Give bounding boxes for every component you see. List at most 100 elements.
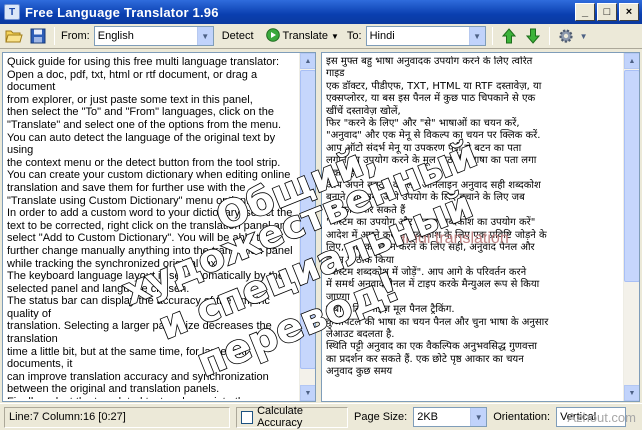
orientation-label: Orientation:: [493, 411, 551, 423]
source-text-line: from explorer, or just paste some text i…: [7, 93, 253, 106]
source-text-area[interactable]: Quick guide for using this free multi la…: [7, 56, 297, 399]
close-button[interactable]: ×: [619, 3, 639, 21]
translation-text-line: एक्सप्लोरर, या बस इस पैनल में कुछ पाठ चि…: [326, 93, 536, 105]
source-text-line: while tracking the synchronized original…: [7, 257, 223, 270]
chevron-down-icon[interactable]: ▼: [331, 32, 339, 41]
translation-text-line: में समर्थ अनुवाद पैनल में टाइप करके मैन्…: [326, 279, 540, 291]
translation-text-line: जबकि सिंक्रनाइज़ मूल पैनल ट्रैकिंग.: [326, 304, 455, 316]
maximize-button[interactable]: □: [597, 3, 617, 21]
chevron-down-icon[interactable]: ▼: [468, 27, 485, 45]
translation-text-line: स्थिति पट्टी अनुवाद का एक वैकल्पिक अनुभव…: [326, 341, 538, 353]
watermark: Azhout.com: [567, 410, 636, 425]
translation-text-line: आप अपने कस्टम के लिए ऑनलाइन अनुवाद सही श…: [326, 180, 541, 192]
source-text-line: between the original and translation pan…: [7, 383, 220, 396]
source-text-line: Finally, select the translated text and …: [7, 396, 297, 399]
toolbar-separator: [491, 27, 493, 45]
translation-text-line: शब्दकोश कर सकते हैं: [326, 204, 406, 216]
source-text-line: selected panel and language chosen.: [7, 282, 190, 295]
chevron-down-icon[interactable]: ▼: [196, 27, 213, 45]
calculate-accuracy-label: Calculate Accuracy: [257, 405, 303, 429]
translation-text-line: का प्रदर्शन कर सकते हैं. एक छोटे पृष्ठ आ…: [326, 353, 524, 365]
calculate-accuracy-checkbox[interactable]: Calculate Accuracy: [236, 405, 348, 429]
folder-open-icon[interactable]: [4, 26, 24, 46]
source-scrollbar[interactable]: ▲ ▼: [299, 53, 315, 401]
to-language-select[interactable]: Hindi ▼: [365, 26, 486, 46]
page-size-value: 2KB: [417, 411, 438, 423]
translation-text-line: फिर "करने के लिए" और "से" भाषाओं का चयन …: [326, 118, 520, 130]
detect-button[interactable]: Detect: [218, 26, 258, 46]
chevron-down-icon[interactable]: ▼: [470, 408, 487, 426]
checkbox-icon[interactable]: [241, 410, 254, 424]
translation-text-line: चयन में ठीक किया: [326, 254, 394, 266]
translation-text-line: आप ऑटो संदर्भ मेनू या उपकरण पट्टी से बटन…: [326, 142, 522, 154]
translation-text-line: लेआउट बदलता है.: [326, 328, 395, 340]
detect-label: Detect: [221, 30, 254, 42]
source-text-line: select "Add to Custom Dictionary". You w…: [7, 232, 266, 245]
title-bar[interactable]: T Free Language Translator 1.96 _ □ ×: [0, 0, 642, 24]
cursor-position-text: Line:7 Column:16 [0:27]: [9, 411, 126, 423]
translation-text-panel[interactable]: इस मुफ्त बहु भाषा अनुवादक उपयोग करने के …: [321, 52, 640, 402]
to-language-value: Hindi: [369, 30, 395, 42]
source-text-line: Open a doc, pdf, txt, html or rtf docume…: [7, 68, 258, 94]
scroll-thumb[interactable]: [300, 70, 315, 369]
source-text-line: The keyboard language layout is set auto…: [7, 270, 284, 283]
green-down-arrow-icon[interactable]: [523, 26, 543, 46]
source-text-line: translation. Selecting a larger page siz…: [7, 320, 272, 346]
scroll-down-icon[interactable]: ▼: [300, 385, 315, 401]
cursor-position-status: Line:7 Column:16 [0:27]: [4, 406, 230, 428]
translate-label: Translate: [282, 30, 328, 42]
source-text-panel[interactable]: Quick guide for using this free multi la…: [2, 52, 316, 402]
to-label: To:: [346, 30, 362, 42]
page-size-label: Page Size:: [354, 411, 408, 423]
translation-text-line: लगाने का उपयोग करने के मूल पाठ की भाषा क…: [326, 155, 537, 167]
translation-text-line: "कस्टम का उपयोग और कस्टम शब्दकोश का उपयो…: [326, 217, 536, 229]
source-text-line: You can auto detect the language of the …: [7, 131, 276, 157]
translation-text-line: कुंजीपटल की भाषा का चयन पैनल और चुना भाष…: [326, 316, 549, 328]
translation-text-line: एक डॉक्टर, पीडीएफ, TXT, HTML या RTF दस्त…: [326, 80, 542, 92]
window-title: Free Language Translator 1.96: [25, 4, 219, 20]
scroll-up-icon[interactable]: ▲: [300, 53, 315, 69]
translation-text-line: बनाने और उन्हें आगे उपयोग के लिए बचाने क…: [326, 192, 525, 204]
chevron-down-icon[interactable]: ▼: [580, 32, 588, 41]
translation-text-line: इस मुफ्त बहु भाषा अनुवादक उपयोग करने के …: [326, 56, 533, 67]
translation-text-line: गाइड: [326, 68, 345, 80]
source-text-line: "Translate" and select one of the option…: [7, 118, 282, 131]
source-text-line: translation and save them for further us…: [7, 181, 246, 194]
translate-button[interactable]: Translate ▼: [262, 26, 343, 46]
scroll-down-icon[interactable]: ▼: [624, 385, 639, 401]
source-text-line: The status bar can display the accuracy …: [7, 295, 270, 320]
scroll-up-icon[interactable]: ▲: [624, 53, 639, 69]
scroll-thumb[interactable]: [624, 70, 639, 282]
source-text-line: You can create your custom dictionary wh…: [7, 169, 291, 182]
source-text-line: further change manually anything into th…: [7, 244, 293, 257]
toolbar: From: English ▼ Detect Translate ▼ To: H…: [0, 24, 642, 49]
play-icon: [265, 27, 280, 45]
green-up-arrow-icon[interactable]: [499, 26, 519, 46]
source-text-line: then select the "To" and "From" language…: [7, 106, 274, 119]
from-language-value: English: [97, 30, 134, 42]
source-text-line: In order to add a custom word to your di…: [7, 207, 293, 220]
source-text-line: can improve translation accuracy and syn…: [7, 370, 269, 383]
status-bar: Line:7 Column:16 [0:27] Calculate Accura…: [0, 403, 642, 430]
translation-text-line: जाएगा: [326, 291, 350, 303]
toolbar-separator: [548, 27, 550, 45]
toolbar-separator: [54, 27, 55, 45]
page-size-select[interactable]: 2KB ▼: [413, 407, 488, 427]
translation-text-line: खींचें दस्तावेज़ खोलें,: [326, 105, 401, 117]
translation-text-line: "कस्टम शब्दकोश में जोड़ें". आप आगे के पर…: [326, 266, 527, 278]
source-text-line: "Translate using Custom Dictionary" menu…: [7, 194, 250, 207]
from-language-select[interactable]: English ▼: [93, 26, 214, 46]
minimize-button[interactable]: _: [575, 3, 595, 21]
translation-scrollbar[interactable]: ▲ ▼: [623, 53, 639, 401]
source-text-line: text to be corrected, right click on the…: [7, 219, 292, 232]
window-controls: _ □ ×: [575, 3, 639, 21]
source-text-line: the context menu or the detect button fr…: [7, 156, 281, 169]
floppy-save-icon[interactable]: [28, 26, 48, 46]
source-text-line: Quick guide for using this free multi la…: [7, 56, 280, 68]
app-translator-icon: T: [4, 4, 20, 20]
translation-text-line: "अनुवाद" और एक मेनू से विकल्प का चयन पर …: [326, 130, 541, 142]
gear-icon[interactable]: [556, 26, 576, 46]
source-text-line: time a little bit, but at the same time,…: [7, 345, 248, 371]
translation-text-line: सकते हैं.: [326, 167, 358, 179]
translation-text-area[interactable]: इस मुफ्त बहु भाषा अनुवादक उपयोग करने के …: [326, 56, 621, 399]
